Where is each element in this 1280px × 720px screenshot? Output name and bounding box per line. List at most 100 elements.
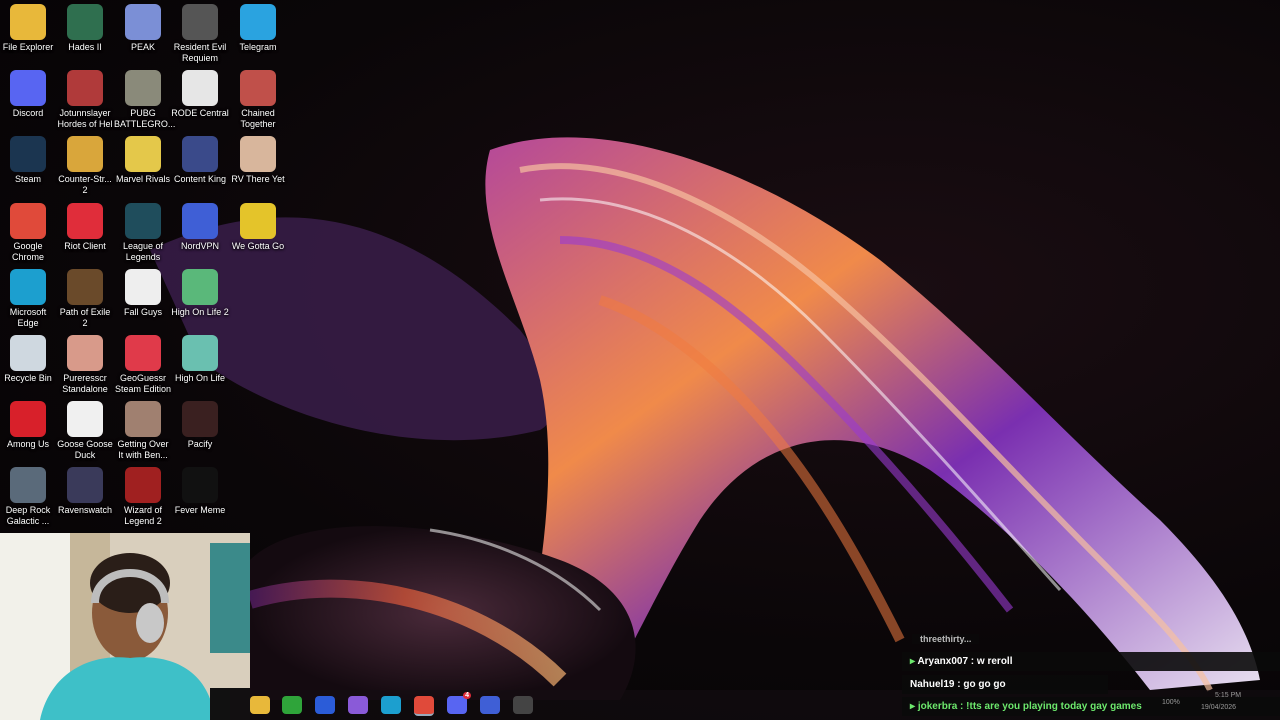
desktop-icon[interactable]: High On Life 2 [171,269,229,318]
desktop-icon-label: Hades II [68,42,102,52]
jotunnslayer-icon [67,70,103,106]
desktop-icon[interactable]: Fall Guys [114,269,172,318]
desktop-icon-label: Riot Client [64,241,106,251]
chat-username: jokerbra [917,701,958,712]
desktop-icon-label: File Explorer [2,42,54,52]
desktop-icon[interactable]: Riot Client [56,203,114,252]
clock-date[interactable]: 19/04/2026 [1201,704,1236,711]
chat-message-partial: threethirty... [912,634,980,644]
copilot-icon[interactable] [348,696,368,714]
desktop-icon[interactable]: PEAK [114,4,172,53]
folder-icon [10,4,46,40]
content-king-icon [182,136,218,172]
riot-fist-icon [67,203,103,239]
chat-message: Nahuel19 : go go go [902,675,1108,694]
battery-level[interactable]: 100% [1162,699,1180,706]
desktop-icon[interactable]: PUBG BATTLEGRO... [114,70,176,130]
webcam-overlay [0,533,250,720]
desktop-icon-label: Jotunnslayer Hordes of Hel [57,108,113,129]
desktop-icon[interactable]: GeoGuessr Steam Edition [114,335,172,395]
desktop-icon-label: Goose Goose Duck [57,439,113,460]
desktop-icon[interactable]: Fever Meme [171,467,229,516]
desktop-icon-label: Recycle Bin [4,373,52,383]
edge-icon[interactable] [381,696,401,714]
desktop-icon[interactable]: Getting Over It with Ben... [114,401,172,461]
desktop-icon[interactable]: Counter-Str... 2 [56,136,114,196]
desktop-icon[interactable]: Steam [0,136,57,185]
desktop-icon-label: Microsoft Edge [9,307,47,328]
desktop-icon[interactable]: Pacify [171,401,229,450]
desktop-icon-label: Google Chrome [11,241,44,262]
discord-icon[interactable]: 4 [447,692,471,714]
desktop-icon[interactable]: Pureresscr Standalone [56,335,114,395]
wizard-icon [125,467,161,503]
rv-icon [240,136,276,172]
desktop-icon[interactable]: Jotunnslayer Hordes of Hel [56,70,114,130]
steam-icon[interactable] [513,696,533,714]
desktop-icon-label: Content King [173,174,227,184]
desktop-icon[interactable]: NordVPN [171,203,229,252]
desktop-icon[interactable]: Path of Exile 2 [56,269,114,329]
pacify-icon [182,401,218,437]
desktop-icon[interactable]: Ravenswatch [56,467,114,516]
desktop-icon[interactable]: Chained Together [229,70,287,130]
desktop-icon[interactable]: We Gotta Go [229,203,287,252]
clock-time[interactable]: 5:15 PM [1215,692,1241,699]
chat-username: Aryanx007 [917,656,969,667]
desktop-icon[interactable]: Marvel Rivals [114,136,172,185]
desktop-icon-label: Among Us [6,439,50,449]
resident-evil-icon [182,4,218,40]
desktop-icon-label: PUBG BATTLEGRO... [114,108,176,129]
desktop-icon[interactable]: Microsoft Edge [0,269,57,329]
xbox-icon[interactable] [282,696,302,714]
desktop-icon[interactable]: Recycle Bin [0,335,57,384]
desktop-icon-label: RODE Central [171,108,229,118]
tasks-icon[interactable] [315,696,335,714]
desktop-icon-label: Steam [14,174,41,184]
desktop-icon-label: We Gotta Go [231,241,285,251]
desktop-icon[interactable]: Google Chrome [0,203,57,263]
desktop-icon[interactable]: High On Life [171,335,229,384]
desktop-icon[interactable]: Telegram [229,4,287,53]
desktop-icon[interactable]: Among Us [0,401,57,450]
desktop-icon[interactable]: RV There Yet [229,136,287,185]
desktop-icon[interactable]: Goose Goose Duck [56,401,114,461]
desktop-icon-label: Deep Rock Galactic ... [5,505,51,526]
desktop-icon-label: PEAK [130,42,155,52]
file-explorer-icon[interactable] [250,696,270,714]
desktop-icon-label: High On Life [174,373,226,383]
chat-text: go go go [963,679,1006,690]
alien-gun-icon [182,335,218,371]
desktop-icon[interactable]: Resident Evil Requiem [171,4,229,64]
desktop-icon-label: Marvel Rivals [115,174,170,184]
chrome-icon [10,203,46,239]
desktop-icon[interactable]: Wizard of Legend 2 [114,467,172,527]
desktop-icon-label: Resident Evil Requiem [173,42,227,63]
raven-icon [67,467,103,503]
desktop-icon[interactable]: Hades II [56,4,114,53]
desktop-icon-label: Path of Exile 2 [59,307,111,328]
desktop-icon-label: High On Life 2 [171,307,229,317]
chrome-icon[interactable] [414,696,434,716]
desktop-icon[interactable]: Discord [0,70,57,119]
desktop-icon[interactable]: File Explorer [0,4,57,53]
league-icon [125,203,161,239]
desktop-icon[interactable]: Deep Rock Galactic ... [0,467,57,527]
hades-icon [67,4,103,40]
file-icon [125,269,161,305]
desktop-icon[interactable]: Content King [171,136,229,185]
helmet-icon [125,70,161,106]
mountain-icon [125,4,161,40]
desktop-icon[interactable]: RODE Central [171,70,229,119]
desktop-icon[interactable]: League of Legends [114,203,172,263]
desktop-icon-label: Getting Over It with Ben... [117,439,169,460]
desktop-icon-label: NordVPN [180,241,219,251]
desktop-icon-label: Chained Together [240,108,276,129]
path-of-exile-icon [67,269,103,305]
desktop-icon-label: Pureresscr Standalone [62,373,108,394]
rode-icon [182,70,218,106]
desktop-icon-label: GeoGuessr Steam Edition [114,373,172,394]
marvel-rivals-icon [125,136,161,172]
nordvpn-icon[interactable] [480,696,500,714]
desktop-icon-label: Wizard of Legend 2 [123,505,162,526]
